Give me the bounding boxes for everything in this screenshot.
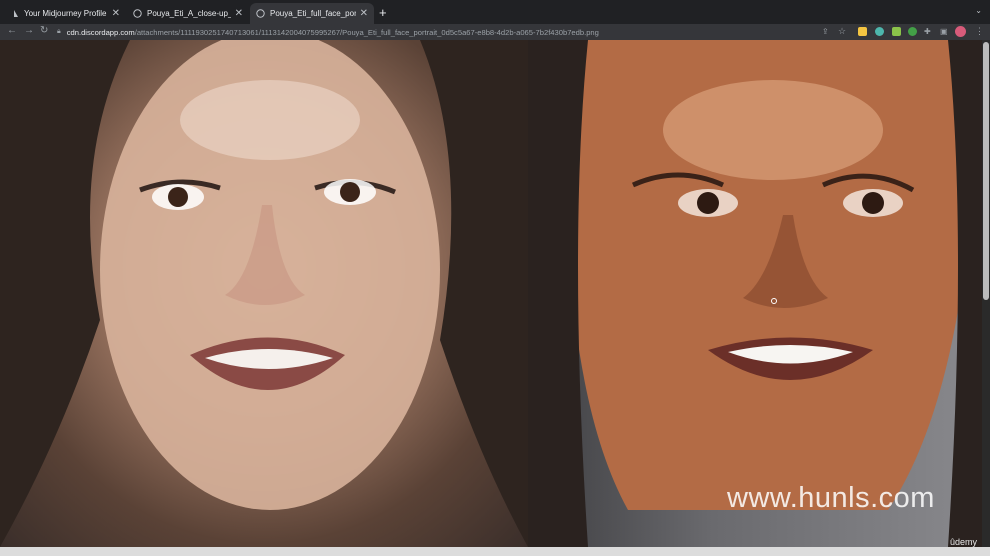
address-bar[interactable]: 🔒︎ cdn.discordapp.com /attachments/11119… xyxy=(57,25,852,39)
close-icon[interactable]: ✕ xyxy=(360,8,368,19)
close-icon[interactable]: ✕ xyxy=(112,8,120,19)
back-icon[interactable]: ← xyxy=(7,25,17,36)
star-icon[interactable]: ☆ xyxy=(838,26,846,37)
tab-title: Pouya_Eti_full_face_portrait_0... xyxy=(270,9,356,18)
sailboat-icon xyxy=(10,9,19,18)
puzzle-icon[interactable]: ✚ xyxy=(924,27,931,36)
image-viewport xyxy=(0,40,990,547)
tab-strip: Your Midjourney Profile ✕ Pouya_Eti_A_cl… xyxy=(0,0,990,24)
close-icon[interactable]: ✕ xyxy=(235,8,243,19)
sidebar-icon[interactable]: ▣ xyxy=(940,27,948,36)
mouse-cursor xyxy=(771,298,777,304)
reload-icon[interactable]: ↻ xyxy=(40,25,48,36)
url-host: cdn.discordapp.com xyxy=(66,27,135,37)
extension-icon[interactable] xyxy=(892,27,901,36)
extension-icon[interactable] xyxy=(908,27,917,36)
lock-icon: 🔒︎ xyxy=(57,28,61,35)
horizontal-scrollbar[interactable] xyxy=(0,547,990,556)
extension-icon[interactable] xyxy=(858,27,867,36)
udemy-logo: ûdemy xyxy=(950,537,978,547)
browser-toolbar: ← → ↻ 🔒︎ cdn.discordapp.com /attachments… xyxy=(0,24,990,40)
avatar[interactable] xyxy=(955,26,966,37)
extension-icon[interactable] xyxy=(875,27,884,36)
globe-icon xyxy=(256,9,265,18)
new-tab-button[interactable]: + xyxy=(379,5,387,20)
tab-full-face-portrait[interactable]: Pouya_Eti_full_face_portrait_0... ✕ xyxy=(250,3,374,24)
url-path: /attachments/1111930251740713061/1113142… xyxy=(134,27,599,37)
tab-close-up-image[interactable]: Pouya_Eti_A_close-up_image_... ✕ xyxy=(127,3,249,24)
tab-title: Your Midjourney Profile xyxy=(24,9,107,18)
share-icon[interactable]: ⇪ xyxy=(822,27,829,36)
globe-icon xyxy=(133,9,142,18)
forward-icon[interactable]: → xyxy=(24,25,34,36)
watermark: www.hunls.com xyxy=(727,482,935,514)
chevron-down-icon[interactable]: ⌄ xyxy=(975,6,982,15)
tab-title: Pouya_Eti_A_close-up_image_... xyxy=(147,9,231,18)
menu-icon[interactable]: ⋮ xyxy=(975,26,984,37)
tab-midjourney-profile[interactable]: Your Midjourney Profile ✕ xyxy=(4,3,126,24)
scroll-thumb[interactable] xyxy=(983,42,989,300)
portrait-left-image xyxy=(0,40,528,547)
portrait-right-image xyxy=(528,40,990,547)
